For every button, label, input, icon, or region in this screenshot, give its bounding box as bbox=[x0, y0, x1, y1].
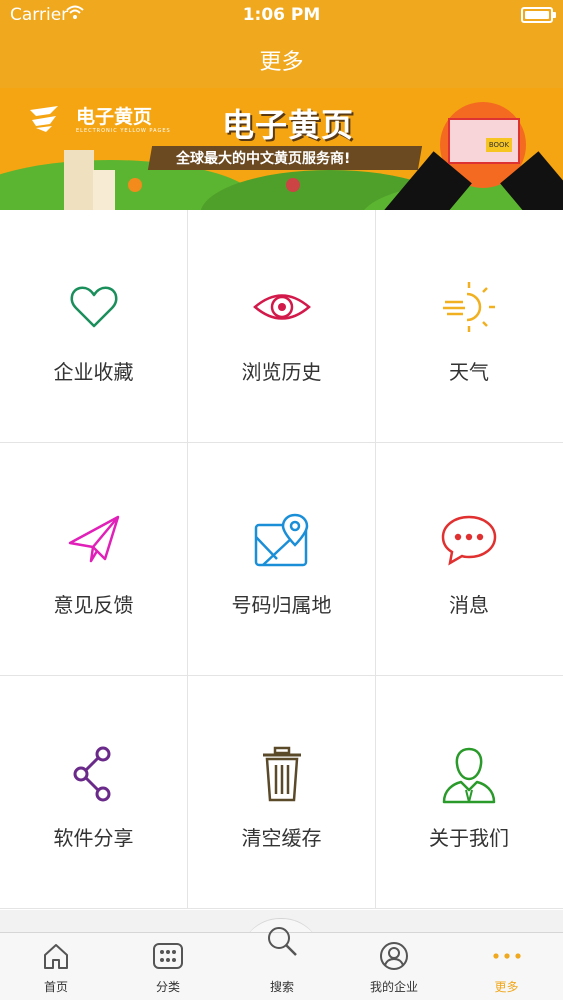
user-icon bbox=[375, 746, 563, 804]
banner-headline: 电子黄页 bbox=[222, 106, 355, 144]
grid-item-feedback[interactable]: 意见反馈 bbox=[0, 443, 188, 676]
weather-sun-icon bbox=[375, 280, 563, 334]
tab-search[interactable]: 搜索 bbox=[226, 927, 338, 1000]
paper-plane-icon bbox=[0, 513, 187, 567]
battery-icon bbox=[521, 7, 556, 23]
tab-category[interactable]: 分类 bbox=[112, 933, 224, 1000]
chat-bubble-icon bbox=[375, 513, 563, 567]
banner-tree bbox=[128, 178, 142, 192]
tab-label: 分类 bbox=[155, 980, 180, 994]
top-bar: Carrier 1:06 PM 更多 bbox=[0, 0, 563, 88]
grid-item-history[interactable]: 浏览历史 bbox=[188, 210, 376, 443]
grid-item-label: 号码归属地 bbox=[231, 593, 332, 617]
grid-item-label: 天气 bbox=[449, 360, 489, 384]
logo-icon bbox=[30, 106, 58, 132]
banner-slogan: 全球最大的中文黄页服务商! bbox=[176, 151, 351, 167]
grid-item-number-lookup[interactable]: 号码归属地 bbox=[188, 443, 376, 676]
share-icon bbox=[0, 746, 187, 802]
more-dots-icon bbox=[450, 941, 563, 971]
tab-label: 首页 bbox=[43, 980, 68, 994]
grid-item-clear-cache[interactable]: 清空缓存 bbox=[188, 676, 376, 909]
grid-item-label: 消息 bbox=[449, 593, 489, 617]
grid-item-label: 浏览历史 bbox=[241, 360, 322, 384]
tab-more[interactable]: 更多 bbox=[450, 933, 563, 1000]
banner[interactable]: 电子黄页 ELECTRONIC YELLOW PAGES 电子黄页 全球最大的中… bbox=[0, 88, 563, 210]
grid-item-share[interactable]: 软件分享 bbox=[0, 676, 188, 909]
tab-label: 我的企业 bbox=[369, 980, 418, 994]
status-time: 1:06 PM bbox=[242, 5, 321, 25]
grid-item-weather[interactable]: 天气 bbox=[375, 210, 563, 443]
banner-tree bbox=[286, 178, 300, 192]
heart-icon bbox=[0, 280, 187, 334]
grid-item-favorites[interactable]: 企业收藏 bbox=[0, 210, 188, 443]
tab-label: 更多 bbox=[494, 980, 519, 994]
banner-building bbox=[93, 170, 115, 210]
search-icon bbox=[226, 925, 338, 956]
tab-my-company[interactable]: 我的企业 bbox=[338, 933, 450, 1000]
tab-bar: 首页 分类 搜索 我的企业 更多 bbox=[0, 927, 563, 1000]
grid-item-label: 意见反馈 bbox=[53, 593, 134, 617]
grid-item-label: 软件分享 bbox=[53, 826, 134, 850]
book-label: BOOK bbox=[486, 138, 512, 152]
logo-text: 电子黄页 bbox=[76, 106, 153, 128]
user-circle-icon bbox=[338, 941, 450, 971]
feature-grid: 企业收藏 浏览历史 天气 意见反馈 号码归属地 消息 软件分享 清空缓存 关于我… bbox=[0, 210, 563, 910]
logo-subtext: ELECTRONIC YELLOW PAGES bbox=[76, 128, 171, 134]
tab-label: 搜索 bbox=[269, 980, 294, 994]
banner-building bbox=[64, 150, 94, 210]
grid-item-messages[interactable]: 消息 bbox=[375, 443, 563, 676]
page-title: 更多 bbox=[259, 50, 304, 75]
trash-icon bbox=[188, 746, 375, 802]
grid-item-label: 企业收藏 bbox=[53, 360, 134, 384]
grid-dots-icon bbox=[112, 941, 224, 971]
grid-item-label: 关于我们 bbox=[429, 826, 509, 850]
status-bar: Carrier 1:06 PM bbox=[0, 0, 563, 30]
eye-icon bbox=[188, 280, 375, 334]
grid-item-about[interactable]: 关于我们 bbox=[375, 676, 563, 909]
tab-home[interactable]: 首页 bbox=[0, 933, 112, 1000]
map-pin-icon bbox=[188, 513, 375, 567]
grid-item-label: 清空缓存 bbox=[241, 826, 322, 850]
home-icon bbox=[0, 941, 112, 971]
